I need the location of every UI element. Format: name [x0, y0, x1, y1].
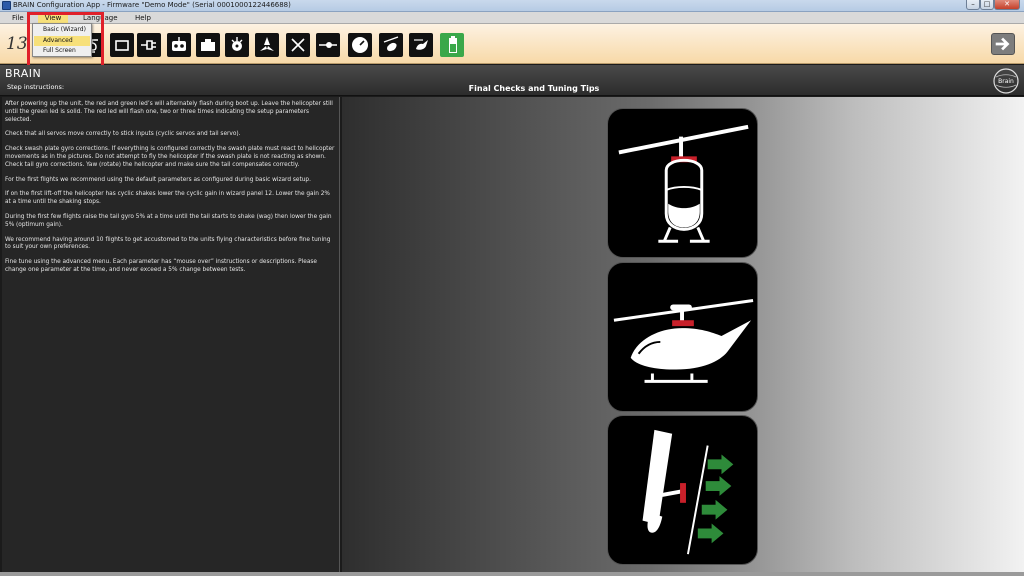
- logo-text: Brain: [998, 78, 1014, 85]
- helicopter-front-icon: [618, 124, 749, 243]
- front-view-image: [607, 108, 758, 258]
- menu-help[interactable]: Help: [131, 12, 155, 24]
- swash-icon: [231, 37, 243, 51]
- close-button[interactable]: ✕: [994, 0, 1020, 10]
- menu-item-advanced[interactable]: Advanced: [34, 36, 90, 46]
- toolbar-gauge-button[interactable]: [348, 33, 372, 57]
- instruction-paragraph: For the first flights we recommend using…: [5, 176, 311, 183]
- rotor-icon: [260, 37, 274, 51]
- toolbar: 13: [0, 24, 1024, 64]
- toolbar-receiver-button[interactable]: [110, 33, 134, 57]
- battery-icon: [449, 36, 457, 53]
- instructions-panel: After powering up the unit, the red and …: [2, 97, 340, 575]
- instruction-paragraph: Check that all servos move correctly to …: [5, 131, 241, 138]
- helicopter-side-icon: [613, 299, 754, 383]
- app-icon: [2, 1, 11, 10]
- instruction-paragraph: Fine tune using the advanced menu. Each …: [5, 259, 317, 273]
- instruction-paragraph: We recommend having around 10 flights to…: [5, 236, 331, 251]
- menu-bar: File View Language Help: [0, 12, 1024, 24]
- tail-view-image: [607, 415, 758, 565]
- transmitter-icon: [172, 37, 186, 51]
- receiver-icon: [115, 40, 129, 51]
- minimize-button[interactable]: –: [966, 0, 980, 10]
- instruction-paragraph: Check swash plate gyro corrections. If e…: [5, 146, 335, 168]
- toolbar-transmitter-button[interactable]: [167, 33, 191, 57]
- servo-icon: [201, 39, 215, 51]
- heli-tilt-icon: [383, 36, 399, 52]
- view-menu-dropdown: Basic (Wizard) Advanced Full Screen: [32, 23, 92, 57]
- bottom-border: [0, 572, 1024, 576]
- instruction-paragraph: If on the first lift-off the helicopter …: [5, 191, 330, 206]
- step-label: Step instructions:: [7, 83, 65, 91]
- tail-servo-icon: [319, 42, 337, 48]
- panel-number: 13: [6, 34, 28, 54]
- toolbar-battery-button[interactable]: [440, 33, 464, 57]
- toolbar-tail-servo-button[interactable]: [316, 33, 340, 57]
- instruction-paragraph: After powering up the unit, the red and …: [5, 101, 333, 123]
- tail-compensation-icon: [642, 429, 734, 555]
- maximize-button[interactable]: □: [980, 0, 994, 10]
- brain-logo-icon: Brain: [993, 68, 1019, 94]
- connector-icon: [141, 40, 156, 50]
- arrow-right-icon: [995, 37, 1010, 51]
- window-title: BRAIN Configuration App - Firmware "Demo…: [13, 1, 291, 9]
- page-title: Final Checks and Tuning Tips: [468, 84, 600, 93]
- toolbar-heli-tilt-button[interactable]: [379, 33, 403, 57]
- menu-file[interactable]: File: [8, 12, 28, 24]
- gauge-icon: [352, 37, 368, 53]
- heli-side-icon: [414, 39, 428, 50]
- toolbar-tail-button[interactable]: [286, 33, 310, 57]
- menu-item-full-screen[interactable]: Full Screen: [34, 46, 90, 56]
- next-button[interactable]: [991, 33, 1015, 55]
- toolbar-heli-side-button[interactable]: [409, 33, 433, 57]
- instruction-paragraph: During the first few flights raise the t…: [5, 213, 332, 228]
- brand-title: BRAIN: [5, 67, 42, 80]
- title-bar: BRAIN Configuration App - Firmware "Demo…: [0, 0, 1024, 12]
- tail-icon: [291, 38, 305, 52]
- toolbar-rotor-button[interactable]: [255, 33, 279, 57]
- toolbar-connector-button[interactable]: [137, 33, 161, 57]
- toolbar-servo-button[interactable]: [196, 33, 220, 57]
- toolbar-swash-button[interactable]: [225, 33, 249, 57]
- side-view-image: [607, 262, 758, 412]
- menu-item-basic-wizard[interactable]: Basic (Wizard): [34, 25, 90, 35]
